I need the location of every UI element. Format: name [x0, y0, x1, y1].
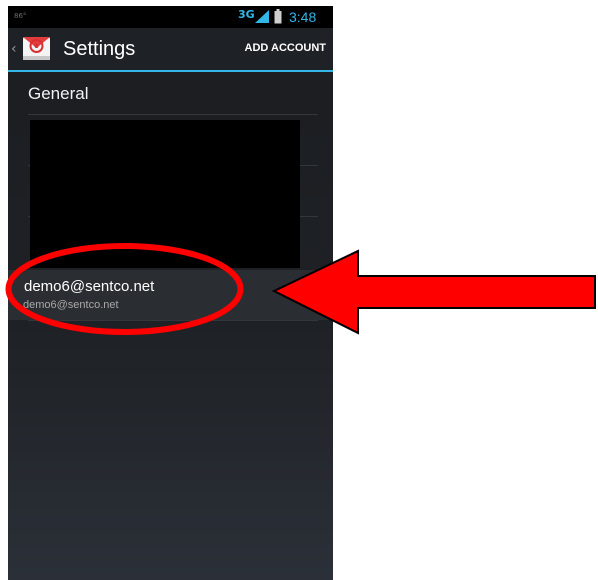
- general-label: General: [28, 84, 89, 103]
- chevron-left-icon[interactable]: ‹: [11, 42, 17, 56]
- action-bar: ‹ Settings ADD ACCOUNT: [8, 28, 333, 72]
- add-account-button[interactable]: ADD ACCOUNT: [245, 42, 326, 55]
- list-divider: [28, 114, 318, 115]
- screenshot-canvas: 86° 3G 3:48 ‹ Settings ADD ACCOUNT Gener…: [0, 0, 598, 580]
- red-arrow-annotation: [271, 249, 596, 335]
- network-type-indicator: 3G: [238, 8, 255, 21]
- status-temperature: 86°: [14, 12, 27, 20]
- settings-item-general[interactable]: General: [8, 72, 333, 115]
- email-app-icon[interactable]: [22, 34, 51, 63]
- signal-strength-icon: [255, 10, 269, 23]
- highlight-ellipse-annotation: [5, 243, 244, 335]
- battery-icon: [274, 9, 282, 24]
- status-bar: 86° 3G 3:48: [8, 6, 333, 28]
- status-clock: 3:48: [289, 9, 317, 25]
- page-title: Settings: [63, 38, 136, 60]
